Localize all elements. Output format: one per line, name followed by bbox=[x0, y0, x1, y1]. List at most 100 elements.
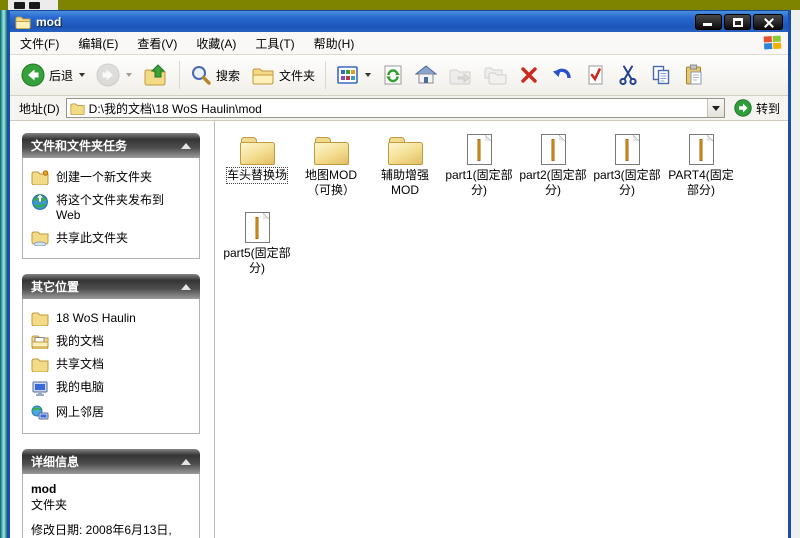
maximize-button[interactable] bbox=[724, 13, 751, 30]
paste-button[interactable] bbox=[678, 58, 710, 92]
title-bar[interactable]: mod bbox=[10, 10, 788, 32]
menu-tools[interactable]: 工具(T) bbox=[255, 35, 294, 52]
collapse-arrow-icon bbox=[181, 458, 191, 465]
close-button[interactable] bbox=[753, 13, 783, 30]
windows-logo-icon bbox=[763, 35, 783, 51]
minimize-button[interactable] bbox=[695, 13, 722, 30]
undo-button[interactable] bbox=[546, 58, 578, 92]
place-my-documents[interactable]: 我的文档 bbox=[31, 334, 191, 349]
menu-help[interactable]: 帮助(H) bbox=[314, 35, 355, 52]
task-publish-web[interactable]: 将这个文件夹发布到 Web bbox=[31, 193, 191, 223]
panel-title: 其它位置 bbox=[31, 280, 80, 294]
share-folder-icon bbox=[31, 231, 49, 246]
back-label: 后退 bbox=[49, 68, 74, 83]
search-icon bbox=[192, 66, 211, 85]
file-item[interactable]: 辅助增强MOD bbox=[368, 128, 442, 198]
folder-icon bbox=[31, 358, 49, 372]
network-places-icon bbox=[31, 405, 49, 420]
menu-bar: 文件(F) 编辑(E) 查看(V) 收藏(A) 工具(T) 帮助(H) bbox=[10, 32, 788, 55]
cut-icon bbox=[619, 65, 637, 86]
file-item[interactable]: 车头替换场 bbox=[220, 128, 294, 198]
file-label: part1(固定部分) bbox=[445, 168, 513, 197]
place-parent-folder[interactable]: 18 WoS Haulin bbox=[31, 311, 191, 326]
file-item[interactable]: part5(固定部分) bbox=[220, 206, 294, 276]
file-item[interactable]: part2(固定部分) bbox=[516, 128, 590, 198]
folders-icon bbox=[252, 68, 274, 85]
file-label: PART4(固定部分) bbox=[668, 168, 734, 197]
address-label: 地址(D) bbox=[19, 101, 60, 116]
task-share-folder[interactable]: 共享此文件夹 bbox=[31, 231, 191, 246]
file-label: part5(固定部分) bbox=[223, 246, 291, 275]
file-item[interactable]: part1(固定部分) bbox=[442, 128, 516, 198]
rar-archive-icon bbox=[466, 134, 492, 165]
panel-file-tasks-header[interactable]: 文件和文件夹任务 bbox=[22, 133, 200, 158]
home-button[interactable] bbox=[410, 58, 442, 92]
back-icon bbox=[21, 63, 45, 87]
panel-other-places-header[interactable]: 其它位置 bbox=[22, 274, 200, 299]
task-new-folder[interactable]: 创建一个新文件夹 bbox=[31, 170, 191, 185]
collapse-arrow-icon bbox=[181, 142, 191, 149]
delete-button[interactable] bbox=[513, 58, 545, 92]
address-bar: 地址(D) D:\我的文档\18 WoS Haulin\mod 转到 bbox=[10, 96, 788, 121]
checkmark-document-icon bbox=[588, 65, 603, 85]
details-type: 文件夹 bbox=[31, 498, 68, 512]
copy-to-button[interactable] bbox=[478, 58, 512, 92]
menu-view[interactable]: 查看(V) bbox=[137, 35, 177, 52]
file-list: 车头替换场 地图MOD（可换） 辅助增强MOD part1(固定部分) part… bbox=[214, 121, 788, 538]
move-to-button[interactable] bbox=[443, 58, 477, 92]
menu-favorites[interactable]: 收藏(A) bbox=[196, 35, 236, 52]
background-window-button bbox=[29, 1, 40, 9]
place-label: 我的电脑 bbox=[56, 380, 105, 394]
file-label: 车头替换场 bbox=[225, 167, 289, 184]
my-documents-icon bbox=[31, 335, 49, 349]
place-label: 我的文档 bbox=[56, 334, 105, 348]
rar-archive-icon bbox=[688, 134, 714, 165]
forward-button[interactable] bbox=[91, 58, 137, 92]
properties-button[interactable] bbox=[579, 58, 611, 92]
toolbar: 后退 搜索 文件夹 bbox=[10, 55, 788, 96]
views-button[interactable] bbox=[331, 58, 376, 92]
explorer-window: mod 文件(F) 编辑(E) 查看(V) 收藏(A) 工具(T) 帮助(H) … bbox=[7, 10, 791, 538]
copy-button[interactable] bbox=[645, 58, 677, 92]
file-item[interactable]: PART4(固定部分) bbox=[664, 128, 738, 198]
cut-button[interactable] bbox=[612, 58, 644, 92]
place-network[interactable]: 网上邻居 bbox=[31, 405, 191, 421]
folders-button[interactable]: 文件夹 bbox=[246, 58, 320, 92]
panel-details: 详细信息 mod 文件夹 修改日期: 2008年6月13日, 2:30 bbox=[22, 449, 200, 538]
copy-icon bbox=[652, 65, 670, 85]
place-my-computer[interactable]: 我的电脑 bbox=[31, 380, 191, 397]
background-window-edge bbox=[0, 10, 7, 538]
search-label: 搜索 bbox=[216, 68, 241, 83]
address-input[interactable]: D:\我的文档\18 WoS Haulin\mod bbox=[65, 98, 725, 118]
place-shared-documents[interactable]: 共享文档 bbox=[31, 357, 191, 372]
address-dropdown-button[interactable] bbox=[706, 99, 724, 117]
place-label: 18 WoS Haulin bbox=[56, 311, 136, 325]
collapse-arrow-icon bbox=[181, 283, 191, 290]
search-button[interactable]: 搜索 bbox=[185, 58, 245, 92]
paste-icon bbox=[686, 64, 702, 85]
back-button[interactable]: 后退 bbox=[16, 58, 90, 92]
go-button[interactable]: 转到 bbox=[731, 99, 783, 117]
task-label: 将这个文件夹发布到 Web bbox=[56, 193, 165, 222]
menu-file[interactable]: 文件(F) bbox=[20, 35, 59, 52]
rar-archive-icon bbox=[244, 212, 270, 243]
refresh-icon bbox=[384, 65, 402, 85]
copy-to-icon bbox=[484, 67, 507, 85]
background-window-button bbox=[14, 1, 25, 9]
panel-file-tasks: 文件和文件夹任务 创建一个新文件夹 将这个文件夹发布到 Web 共享此文件夹 bbox=[22, 133, 200, 259]
panel-details-header[interactable]: 详细信息 bbox=[22, 449, 200, 474]
up-button[interactable] bbox=[138, 58, 174, 92]
file-item[interactable]: part3(固定部分) bbox=[590, 128, 664, 198]
desktop-background bbox=[0, 0, 800, 10]
chevron-down-icon bbox=[711, 105, 720, 111]
details-name: mod bbox=[31, 482, 57, 496]
move-to-icon bbox=[449, 69, 471, 85]
panel-title: 详细信息 bbox=[31, 455, 80, 469]
refresh-button[interactable] bbox=[377, 58, 409, 92]
views-icon bbox=[337, 66, 358, 84]
folder-icon bbox=[387, 137, 423, 165]
address-path: D:\我的文档\18 WoS Haulin\mod bbox=[88, 101, 262, 116]
file-item[interactable]: 地图MOD（可换） bbox=[294, 128, 368, 198]
menu-edit[interactable]: 编辑(E) bbox=[78, 35, 118, 52]
undo-icon bbox=[553, 68, 571, 79]
